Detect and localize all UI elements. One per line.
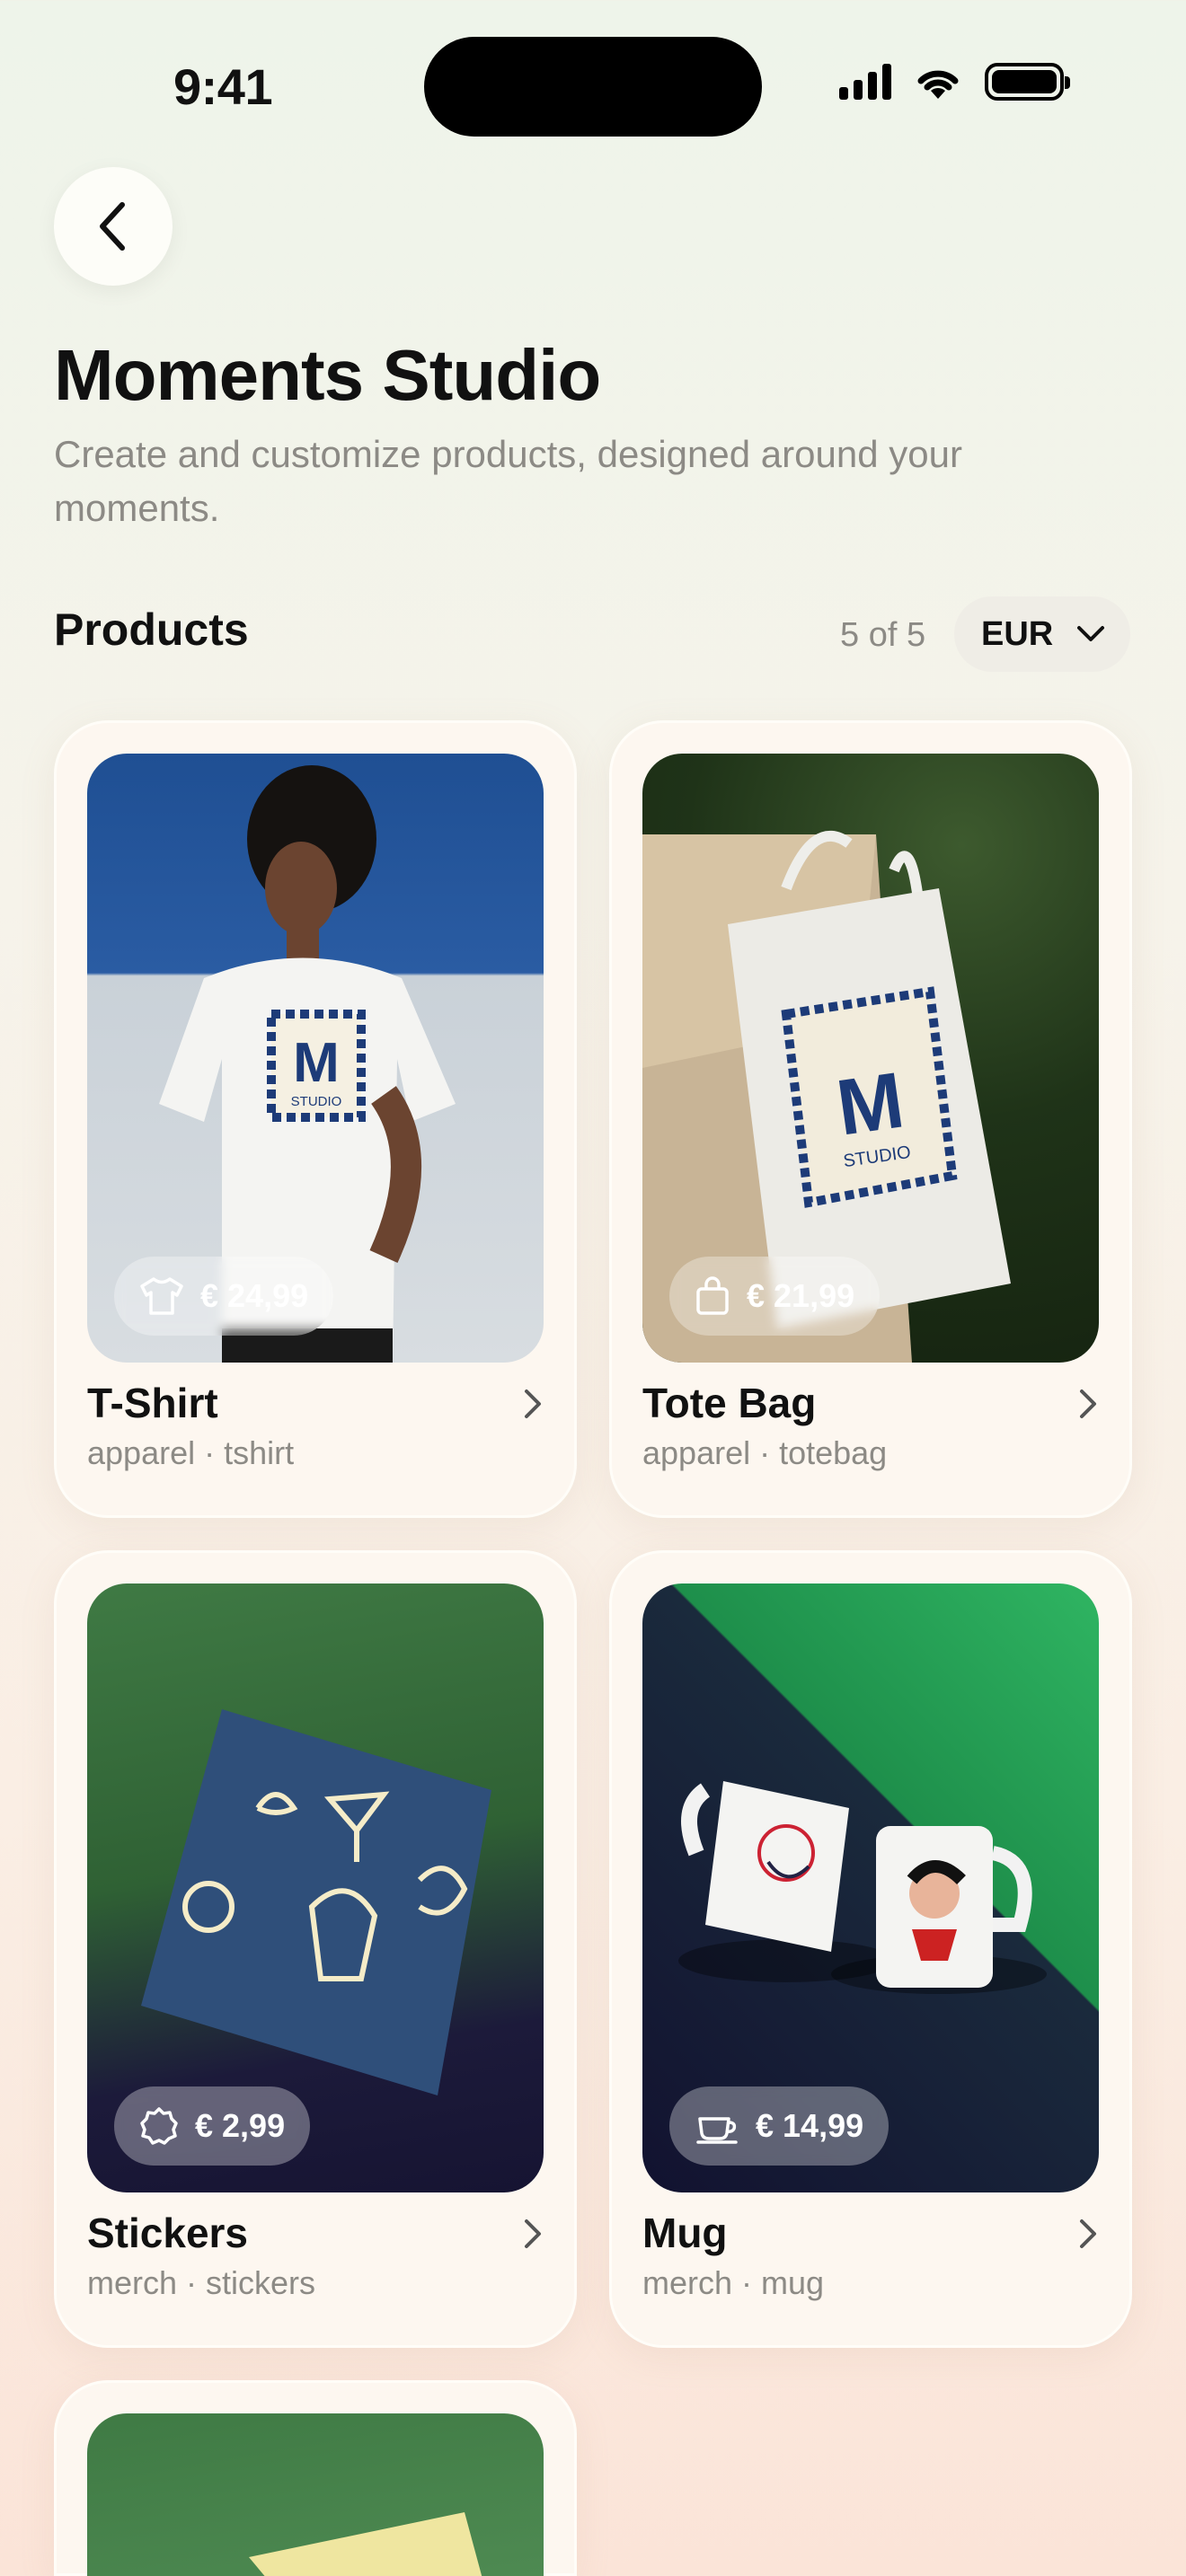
price-badge: € 14,99 (669, 2086, 890, 2166)
product-image-stickers: € 2,99 (87, 1584, 544, 2192)
price-label: € 14,99 (756, 2107, 864, 2144)
chevron-right-icon (525, 1389, 541, 1418)
currency-selector[interactable]: EUR (954, 596, 1130, 672)
products-section-label: Products (54, 604, 249, 655)
chevron-right-icon (1080, 2219, 1096, 2248)
svg-text:M: M (831, 1054, 908, 1151)
status-time: 9:41 (173, 58, 273, 115)
product-image-tshirt: M STUDIO € 24,99 (87, 754, 544, 1363)
product-card-partial[interactable] (54, 2380, 577, 2576)
wifi-icon (917, 70, 959, 99)
mug-icon (696, 2117, 738, 2144)
product-card-tshirt[interactable]: M STUDIO € 24,99 T-Shirt apparel · tshir… (54, 720, 577, 1518)
price-label: € 21,99 (747, 1277, 855, 1314)
currency-label: EUR (981, 614, 1054, 653)
price-badge: € 21,99 (669, 1257, 881, 1336)
product-name: Mug (642, 2210, 728, 2256)
product-name: Tote Bag (642, 1380, 817, 1426)
svg-text:M: M (293, 1032, 340, 1094)
product-card-stickers[interactable]: € 2,99 Stickers merch · stickers (54, 1550, 577, 2348)
products-count: 5 of 5 (840, 616, 926, 654)
price-badge: € 24,99 (114, 1257, 334, 1336)
svg-text:STUDIO: STUDIO (291, 1094, 342, 1109)
product-tags: apparel · tshirt (87, 1434, 295, 1471)
chevron-right-icon (525, 2219, 541, 2248)
sticker-icon (140, 2107, 178, 2145)
product-name: T-Shirt (87, 1380, 218, 1426)
product-tags: apparel · totebag (642, 1434, 888, 1471)
product-card-mug[interactable]: € 14,99 Mug merch · mug (609, 1550, 1132, 2348)
status-indicators (839, 63, 1070, 101)
product-image-mug: € 14,99 (642, 1584, 1099, 2192)
back-button[interactable] (54, 167, 173, 286)
battery-icon (985, 63, 1070, 101)
tshirt-icon (140, 1277, 183, 1315)
product-tags: merch · stickers (87, 2264, 316, 2301)
signal-icon (839, 64, 891, 100)
chevron-right-icon (1080, 1389, 1096, 1418)
partial-photo (249, 2512, 482, 2576)
price-label: € 2,99 (195, 2107, 286, 2144)
price-label: € 24,99 (200, 1277, 309, 1314)
chevron-down-icon (1077, 626, 1105, 641)
product-tags: merch · mug (642, 2264, 825, 2301)
page-subtitle: Create and customize products, designed … (54, 433, 962, 529)
chevron-left-icon (100, 202, 125, 251)
product-name: Stickers (87, 2210, 249, 2256)
product-card-tote-bag[interactable]: M STUDIO € 21,99 Tote Bag apparel · tote… (609, 720, 1132, 1518)
price-badge: € 2,99 (114, 2086, 311, 2166)
dynamic-island (424, 37, 762, 137)
page-title: Moments Studio (54, 335, 601, 415)
product-image-tote-bag: M STUDIO € 21,99 (642, 754, 1099, 1363)
product-image-partial (87, 2413, 544, 2576)
bag-icon (696, 1276, 729, 1315)
